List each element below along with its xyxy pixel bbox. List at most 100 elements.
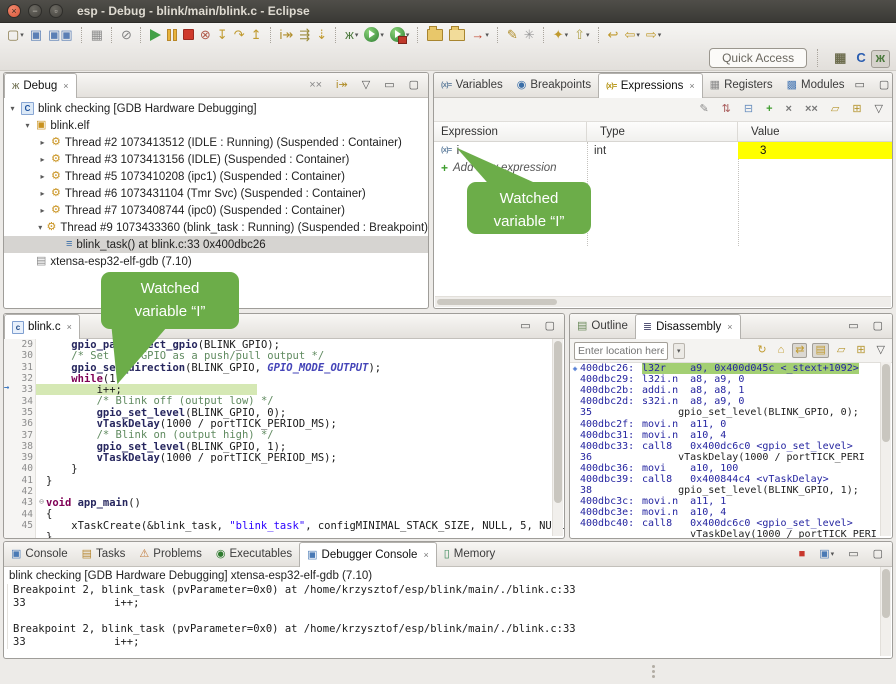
editor-line[interactable]: 35 gpio_set_level(BLINK_GPIO, 0); bbox=[4, 407, 564, 418]
view-menu-button[interactable]: ▽ bbox=[359, 78, 373, 93]
new-folder-button[interactable] bbox=[424, 27, 446, 43]
column-header[interactable]: Value bbox=[738, 122, 892, 141]
save-all-button[interactable]: ▣▣ bbox=[45, 26, 76, 43]
editor-line[interactable]: 42 bbox=[4, 486, 564, 497]
tab-breakpoints[interactable]: ◉Breakpoints bbox=[510, 73, 598, 97]
expander-icon[interactable]: ▸ bbox=[38, 172, 47, 181]
view-menu-button[interactable]: ▽ bbox=[872, 102, 886, 117]
last-edit-location-button[interactable]: ↩ bbox=[605, 26, 622, 43]
minimize-view-button[interactable]: ▭ bbox=[852, 78, 868, 93]
show-logical-structure-button[interactable]: ⇅ bbox=[719, 102, 734, 117]
debug-tree-item[interactable]: ▸⚙Thread #6 1073431104 (Tmr Svc) (Suspen… bbox=[4, 185, 428, 202]
pin-view-button[interactable]: ⊞ bbox=[853, 343, 868, 358]
editor-line[interactable]: 34 /* Blink off (output low) */ bbox=[4, 395, 564, 406]
editor-line[interactable]: 44{ bbox=[4, 508, 564, 519]
disassembly-line[interactable]: 38 gpio_set_level(BLINK_GPIO, 1); bbox=[570, 485, 892, 496]
minimize-view-button[interactable]: ▭ bbox=[381, 78, 397, 93]
expander-icon[interactable]: ▾ bbox=[38, 223, 43, 232]
maximize-view-button[interactable]: ▢ bbox=[406, 78, 422, 93]
display-selected-console-button[interactable]: ▣▾ bbox=[816, 547, 837, 562]
column-header[interactable]: Expression bbox=[434, 122, 587, 141]
maximize-view-button[interactable]: ▢ bbox=[870, 319, 886, 334]
editor-line[interactable]: 39 vTaskDelay(1000 / portTICK_PERIOD_MS)… bbox=[4, 452, 564, 463]
disassembly-content[interactable]: ◈400dbc26:l32r a9, 0x400d045c <_stext+10… bbox=[570, 363, 892, 539]
trace-control-button[interactable]: ⇶ bbox=[296, 26, 313, 43]
search-button[interactable]: ✦▾ bbox=[550, 26, 571, 43]
close-icon[interactable]: × bbox=[423, 550, 428, 560]
external-tools-button[interactable]: ▾ bbox=[387, 25, 413, 44]
fold-icon[interactable]: ⊖ bbox=[39, 497, 44, 506]
editor-line[interactable]: } bbox=[4, 531, 564, 539]
open-perspective-button[interactable]: ▦ bbox=[829, 50, 851, 68]
new-view-button[interactable]: ▱ bbox=[828, 102, 842, 117]
tab-blink-c[interactable]: cblink.c× bbox=[4, 314, 80, 339]
minimize-view-button[interactable]: ▭ bbox=[845, 319, 861, 334]
disassembly-line[interactable]: 400dbc36:movi a10, 100 bbox=[570, 463, 892, 474]
tab-tasks[interactable]: ▤Tasks bbox=[75, 542, 133, 566]
collapse-all-button[interactable]: ⊟ bbox=[741, 102, 756, 117]
terminate-console-button[interactable]: ■ bbox=[796, 547, 809, 562]
step-into-button[interactable]: ↧ bbox=[214, 26, 231, 43]
location-input[interactable] bbox=[574, 342, 668, 360]
debug-tree-item[interactable]: ▤xtensa-esp32-elf-gdb (7.10) bbox=[4, 253, 428, 270]
console-vertical-scrollbar[interactable] bbox=[880, 567, 891, 656]
home-pc-button[interactable]: ⌂ bbox=[775, 343, 788, 358]
editor-line[interactable]: 38 gpio_set_level(BLINK_GPIO, 1); bbox=[4, 441, 564, 452]
tab-console[interactable]: ▣Console bbox=[4, 542, 75, 566]
view-menu-button[interactable]: ▽ bbox=[874, 343, 888, 358]
debug-tree-item[interactable]: ▾⚙Thread #9 1073433360 (blink_task : Run… bbox=[4, 219, 428, 236]
editor-vertical-scrollbar[interactable] bbox=[552, 339, 563, 536]
open-folder-button[interactable] bbox=[446, 27, 468, 43]
maximize-view-button[interactable]: ▢ bbox=[876, 78, 892, 93]
tab-problems[interactable]: ⚠Problems bbox=[132, 542, 208, 566]
expander-icon[interactable]: ▸ bbox=[38, 206, 47, 215]
disassembly-line[interactable]: 400dbc3c:movi.n a11, 1 bbox=[570, 496, 892, 507]
location-dropdown-icon[interactable]: ▾ bbox=[673, 343, 685, 359]
editor-line[interactable]: 41} bbox=[4, 475, 564, 486]
maximize-view-button[interactable]: ▢ bbox=[542, 319, 558, 334]
editor-line[interactable]: 30 /* Set the GPIO as a push/pull output… bbox=[4, 350, 564, 361]
debug-perspective-button[interactable]: ж bbox=[871, 50, 890, 68]
expander-icon[interactable]: ▾ bbox=[8, 104, 17, 113]
disassembly-line[interactable]: 400dbc3e:movi.n a10, 4 bbox=[570, 507, 892, 518]
disassembly-line[interactable]: 400dbc40:call8 0x400dc6c0 <gpio_set_leve… bbox=[570, 518, 892, 529]
disassembly-line[interactable]: 400dbc2f:movi.n a11, 0 bbox=[570, 418, 892, 429]
refresh-view-button[interactable]: ↻ bbox=[754, 343, 769, 358]
debug-tree-item[interactable]: ▾▣blink.elf bbox=[4, 117, 428, 134]
forward-button[interactable]: ⇨▾ bbox=[643, 26, 664, 43]
disassembly-line[interactable]: 400dbc29:l32i.n a8, a9, 0 bbox=[570, 374, 892, 385]
column-header[interactable]: Type bbox=[587, 122, 738, 141]
debug-button[interactable]: ж▾ bbox=[342, 26, 361, 43]
window-close-button[interactable]: × bbox=[7, 4, 21, 18]
flash-download-button[interactable]: →▾ bbox=[468, 26, 492, 43]
close-icon[interactable]: × bbox=[67, 322, 72, 332]
suspend-button[interactable] bbox=[164, 27, 180, 43]
build-button[interactable]: ▦ bbox=[88, 26, 106, 43]
disassembly-line[interactable]: ◈400dbc26:l32r a9, 0x400d045c <_stext+10… bbox=[570, 363, 892, 374]
tab-executables[interactable]: ◉Executables bbox=[209, 542, 299, 566]
save-button[interactable]: ▣ bbox=[27, 26, 45, 43]
debug-tree-item[interactable]: ▸⚙Thread #3 1073413156 (IDLE) (Suspended… bbox=[4, 151, 428, 168]
use-step-filters-button[interactable]: ⇣ bbox=[313, 26, 330, 43]
disassembly-vertical-scrollbar[interactable] bbox=[880, 362, 891, 536]
back-button[interactable]: ⇦▾ bbox=[621, 26, 642, 43]
maximize-view-button[interactable]: ▢ bbox=[870, 547, 886, 562]
show-source-button[interactable]: ▤ bbox=[812, 343, 828, 358]
tab-expressions[interactable]: (x)=Expressions× bbox=[598, 73, 703, 98]
editor-line[interactable]: 36 vTaskDelay(1000 / portTICK_PERIOD_MS)… bbox=[4, 418, 564, 429]
format-button[interactable]: ✎ bbox=[504, 26, 521, 43]
close-icon[interactable]: × bbox=[63, 81, 68, 91]
pin-view-button[interactable]: ⊞ bbox=[849, 102, 864, 117]
horizontal-scrollbar[interactable] bbox=[435, 296, 891, 307]
skip-all-breakpoints-button[interactable]: ⊘ bbox=[118, 26, 135, 43]
disassembly-line[interactable]: 400dbc33:call8 0x400dc6c0 <gpio_set_leve… bbox=[570, 441, 892, 452]
disconnect-button[interactable]: ⊗ bbox=[197, 26, 214, 43]
editor-line[interactable]: 29 gpio_pad_select_gpio(BLINK_GPIO); bbox=[4, 339, 564, 350]
drag-handle[interactable] bbox=[652, 665, 655, 668]
disassembly-line[interactable]: 35 gpio_set_level(BLINK_GPIO, 0); bbox=[570, 407, 892, 418]
editor-content[interactable]: 29 gpio_pad_select_gpio(BLINK_GPIO);30 /… bbox=[4, 339, 564, 539]
disassembly-line[interactable]: 400dbc2d:s32i.n a8, a9, 0 bbox=[570, 396, 892, 407]
expander-icon[interactable]: ▾ bbox=[23, 121, 32, 130]
instruction-stepping-toggle-button[interactable]: i↠ bbox=[333, 78, 351, 93]
expander-icon[interactable]: ▸ bbox=[38, 189, 47, 198]
